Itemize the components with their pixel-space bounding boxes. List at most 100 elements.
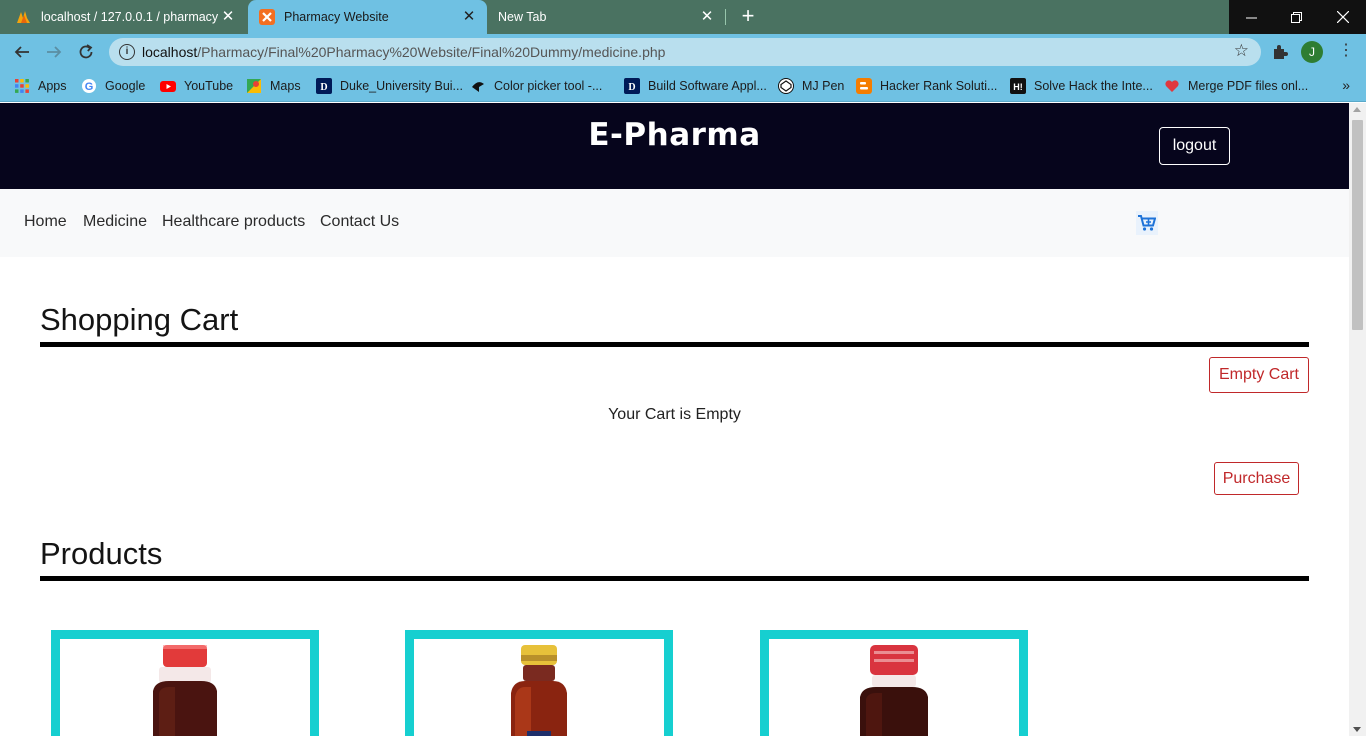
duke-icon: D xyxy=(316,78,332,94)
bookmark-merge-pdf[interactable]: Merge PDF files onl... xyxy=(1164,76,1308,96)
phpmyadmin-favicon-icon xyxy=(17,11,30,23)
bookmark-label: Duke_University Bui... xyxy=(340,79,463,93)
bookmark-maps[interactable]: Maps xyxy=(246,76,301,96)
codepen-icon xyxy=(778,78,794,94)
address-url: localhost/Pharmacy/Final%20Pharmacy%20We… xyxy=(142,44,665,60)
product-card[interactable] xyxy=(405,630,673,736)
bookmark-label: Build Software Appl... xyxy=(648,79,767,93)
page-viewport: E-Pharma logout Home Medicine Healthcare… xyxy=(0,103,1366,736)
address-host: localhost xyxy=(142,44,198,60)
close-icon xyxy=(1336,11,1349,23)
bookmark-label: Google xyxy=(105,79,146,93)
browser-menu-icon[interactable]: ⋮ xyxy=(1338,42,1354,62)
medicine-bottle-image xyxy=(511,645,567,736)
address-bar[interactable]: i localhost/Pharmacy/Final%20Pharmacy%20… xyxy=(109,38,1261,66)
product-card[interactable] xyxy=(760,630,1028,736)
heart-icon xyxy=(1165,80,1179,92)
page-scrollbar[interactable] xyxy=(1349,103,1366,736)
svg-text:G: G xyxy=(85,81,94,93)
google-icon: G xyxy=(82,79,96,93)
product-card[interactable] xyxy=(51,630,319,736)
close-window-button[interactable] xyxy=(1319,0,1366,34)
bookmarks-overflow-icon[interactable]: » xyxy=(1342,77,1350,93)
back-button[interactable] xyxy=(10,40,34,64)
close-tab-icon[interactable]: ✕ xyxy=(220,9,236,25)
bookmark-label: Apps xyxy=(38,79,67,93)
profile-avatar[interactable]: J xyxy=(1301,41,1323,63)
arrow-right-icon xyxy=(47,46,62,58)
bookmark-google[interactable]: G Google xyxy=(81,76,145,96)
bookmark-hacker-rank[interactable]: Hacker Rank Soluti... xyxy=(856,76,997,96)
restore-button[interactable] xyxy=(1274,0,1319,34)
hackerrank-icon: H! xyxy=(1010,78,1026,94)
nav-contact-us[interactable]: Contact Us xyxy=(320,213,399,231)
arrow-left-icon xyxy=(14,46,29,58)
cart-plus-glyph xyxy=(1138,215,1156,231)
browser-tabstrip: localhost / 127.0.0.1 / pharmacy / ✕ Pha… xyxy=(0,0,1366,34)
youtube-icon xyxy=(160,81,176,92)
restore-icon xyxy=(1291,11,1302,23)
tab-title: localhost / 127.0.0.1 / pharmacy / xyxy=(41,10,221,24)
bookmark-solve-hack[interactable]: H! Solve Hack the Inte... xyxy=(1010,76,1153,96)
medicine-bottle-image xyxy=(153,645,217,736)
color-picker-icon xyxy=(472,82,484,92)
empty-cart-button[interactable]: Empty Cart xyxy=(1209,357,1309,393)
browser-toolbar: i localhost/Pharmacy/Final%20Pharmacy%20… xyxy=(0,34,1366,70)
bookmark-apps[interactable]: Apps xyxy=(14,76,67,96)
new-tab-button[interactable]: + xyxy=(734,5,762,29)
svg-text:D: D xyxy=(320,82,327,93)
bookmark-label: MJ Pen xyxy=(802,79,845,93)
cart-plus-icon[interactable] xyxy=(1136,211,1158,235)
forward-button[interactable] xyxy=(42,40,66,64)
site-header: E-Pharma logout xyxy=(0,103,1349,189)
bookmark-color-picker[interactable]: Color picker tool -... xyxy=(470,76,602,96)
scroll-up-arrow-icon[interactable] xyxy=(1353,107,1361,112)
section-divider xyxy=(40,342,1309,347)
tab-pharmacy-website[interactable]: Pharmacy Website ✕ xyxy=(248,0,487,34)
window-controls xyxy=(1229,0,1366,34)
logout-button[interactable]: logout xyxy=(1159,127,1230,165)
maps-icon xyxy=(247,79,261,93)
close-tab-icon[interactable]: ✕ xyxy=(461,9,477,25)
scroll-thumb[interactable] xyxy=(1352,120,1363,330)
bookmark-label: Color picker tool -... xyxy=(494,79,603,93)
close-tab-icon[interactable]: ✕ xyxy=(699,9,715,25)
site-brand[interactable]: E-Pharma xyxy=(0,117,1349,153)
duke-icon: D xyxy=(624,78,640,94)
scroll-down-arrow-icon[interactable] xyxy=(1353,727,1361,732)
extensions-puzzle-icon[interactable] xyxy=(1270,42,1290,62)
minimize-icon xyxy=(1246,17,1257,18)
bookmark-youtube[interactable]: YouTube xyxy=(160,76,233,96)
bookmark-duke[interactable]: D Duke_University Bui... xyxy=(316,76,463,96)
products-title: Products xyxy=(40,536,163,571)
tab-phpmyadmin[interactable]: localhost / 127.0.0.1 / pharmacy / ✕ xyxy=(0,0,246,34)
bookmark-star-icon[interactable]: ☆ xyxy=(1234,41,1249,61)
tab-separator xyxy=(725,9,726,25)
blogger-icon xyxy=(856,78,872,94)
tab-new-tab[interactable]: New Tab ✕ xyxy=(487,0,725,34)
bookmark-label: Merge PDF files onl... xyxy=(1188,79,1309,93)
medicine-bottle-image xyxy=(860,645,928,736)
nav-home[interactable]: Home xyxy=(24,213,67,231)
site-info-icon[interactable]: i xyxy=(119,44,135,60)
section-divider xyxy=(40,576,1309,581)
apps-grid-icon xyxy=(15,79,29,93)
bookmark-mj-pen[interactable]: MJ Pen xyxy=(778,76,844,96)
purchase-button[interactable]: Purchase xyxy=(1214,462,1299,495)
bookmark-label: YouTube xyxy=(184,79,234,93)
bookmarks-bar: Apps G Google YouTube Maps D Duke_Univer… xyxy=(0,70,1366,102)
bookmark-build-software[interactable]: D Build Software Appl... xyxy=(624,76,767,96)
minimize-button[interactable] xyxy=(1229,0,1274,34)
nav-medicine[interactable]: Medicine xyxy=(83,213,147,231)
reload-button[interactable] xyxy=(74,40,98,64)
site-navbar: Home Medicine Healthcare products Contac… xyxy=(0,189,1349,257)
nav-healthcare-products[interactable]: Healthcare products xyxy=(162,213,305,231)
shopping-cart-title: Shopping Cart xyxy=(40,302,239,337)
reload-icon xyxy=(79,44,93,59)
svg-text:H!: H! xyxy=(1013,82,1023,92)
xampp-favicon-icon xyxy=(259,9,275,25)
bookmark-label: Hacker Rank Soluti... xyxy=(880,79,998,93)
bookmark-label: Maps xyxy=(270,79,301,93)
tab-title: New Tab xyxy=(498,10,547,24)
svg-text:D: D xyxy=(628,82,635,93)
